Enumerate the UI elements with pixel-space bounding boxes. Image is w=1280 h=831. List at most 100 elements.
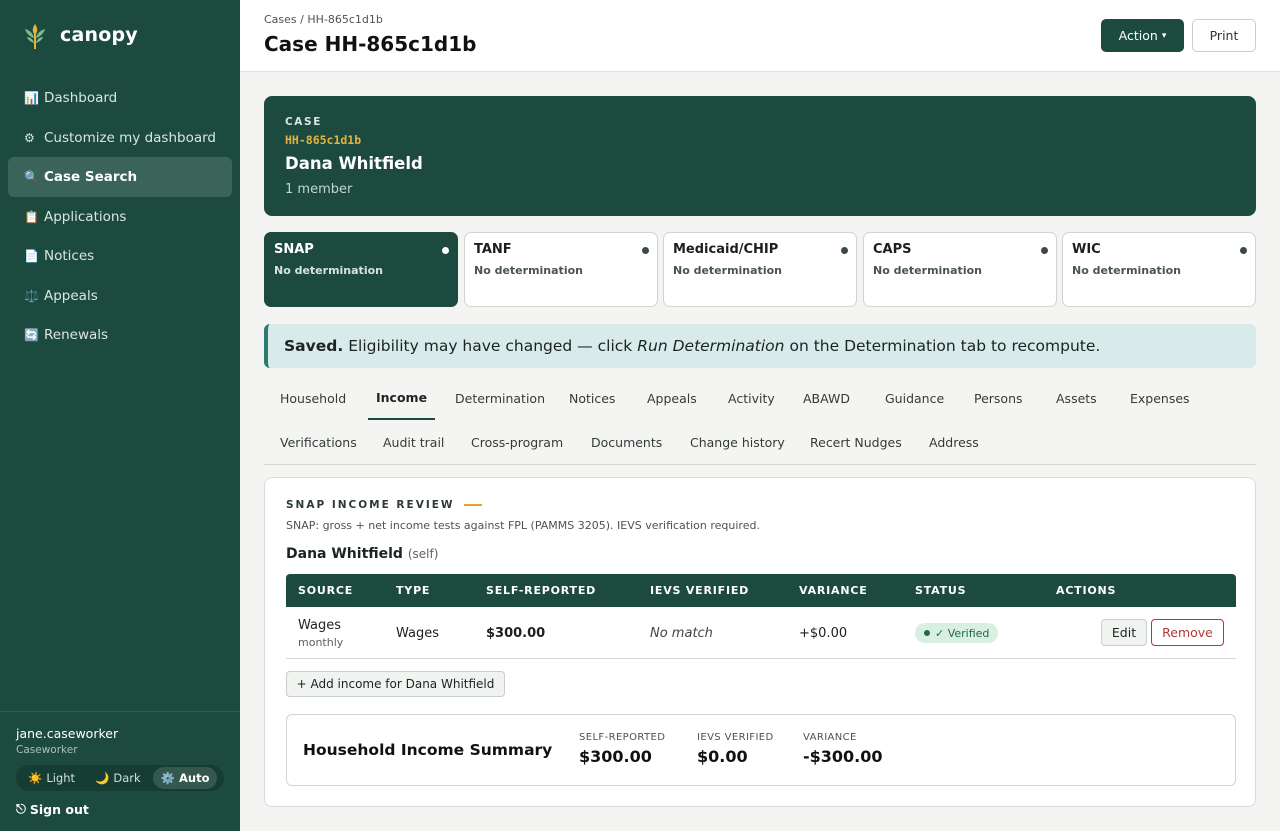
program-card-snap[interactable]: SNAP No determination bbox=[264, 232, 458, 307]
status-dot-icon bbox=[442, 247, 449, 254]
sidebar-item-label: Dashboard bbox=[44, 90, 118, 106]
tab-audit-trail[interactable]: Audit trail bbox=[383, 420, 444, 464]
tab-income[interactable]: Income bbox=[368, 376, 436, 420]
tab-assets[interactable]: Assets bbox=[1056, 376, 1097, 420]
cell-type: Wages bbox=[396, 625, 440, 641]
case-tabs: Household Income Determination Notices A… bbox=[264, 376, 1256, 465]
status-dot-icon bbox=[1041, 247, 1048, 254]
cell-ievs-verified: No match bbox=[650, 625, 713, 641]
sidebar-item-notices[interactable]: 📄 Notices bbox=[8, 236, 232, 276]
sidebar-item-label: Notices bbox=[44, 248, 95, 264]
theme-light-option[interactable]: ☀️ Light bbox=[20, 767, 83, 789]
column-header: SOURCE bbox=[298, 584, 354, 597]
summary-ievs-verified: IEVS VERIFIED $0.00 bbox=[697, 732, 774, 766]
case-summary-card: CASE HH-865c1d1b Dana Whitfield 1 member bbox=[264, 96, 1256, 216]
column-header: TYPE bbox=[396, 584, 431, 597]
tab-guidance[interactable]: Guidance bbox=[885, 376, 944, 420]
cell-variance: +$0.00 bbox=[799, 625, 848, 641]
program-card-caps[interactable]: CAPS No determination bbox=[863, 232, 1057, 307]
sidebar-item-renewals[interactable]: 🔄 Renewals bbox=[8, 315, 232, 355]
tab-abawd[interactable]: ABAWD bbox=[803, 376, 850, 420]
status-dot-icon bbox=[1240, 247, 1247, 254]
sidebar-item-appeals[interactable]: ⚖️ Appeals bbox=[8, 276, 232, 316]
print-button[interactable]: Print bbox=[1192, 19, 1256, 52]
main-content: CASE HH-865c1d1b Dana Whitfield 1 member… bbox=[264, 96, 1256, 807]
column-header: VARIANCE bbox=[799, 584, 868, 597]
sidebar-item-label: Renewals bbox=[44, 327, 109, 343]
tab-appeals[interactable]: Appeals bbox=[647, 376, 697, 420]
saved-alert: Saved. Eligibility may have changed — cl… bbox=[264, 324, 1256, 368]
edit-income-button[interactable]: Edit bbox=[1101, 619, 1147, 646]
tab-address[interactable]: Address bbox=[929, 420, 979, 464]
program-card-medicaid-chip[interactable]: Medicaid/CHIP No determination bbox=[663, 232, 857, 307]
status-dot-icon bbox=[642, 247, 649, 254]
search-icon: 🔍 bbox=[24, 170, 39, 184]
case-id: HH-865c1d1b bbox=[285, 133, 362, 147]
summary-variance: VARIANCE -$300.00 bbox=[803, 732, 883, 766]
chart-icon: 📊 bbox=[24, 91, 39, 105]
summary-title: Household Income Summary bbox=[303, 741, 553, 759]
status-dot-icon bbox=[924, 630, 930, 636]
theme-dark-option[interactable]: 🌙 Dark bbox=[87, 767, 149, 789]
tab-activity[interactable]: Activity bbox=[728, 376, 775, 420]
accent-line bbox=[464, 504, 483, 506]
status-badge: ✓ Verified bbox=[915, 623, 999, 643]
caret-down-icon: ▾ bbox=[1161, 30, 1167, 41]
add-income-button[interactable]: + Add income for Dana Whitfield bbox=[286, 671, 505, 697]
table-row: Wages monthly Wages $300.00 No match +$0… bbox=[286, 607, 1236, 659]
sidebar-nav: 📊 Dashboard ⚙ Customize my dashboard 🔍 C… bbox=[8, 78, 232, 355]
cell-self-reported: $300.00 bbox=[486, 625, 546, 641]
column-header: STATUS bbox=[915, 584, 967, 597]
tab-determination[interactable]: Determination bbox=[455, 376, 545, 420]
tab-cross-program[interactable]: Cross-program bbox=[471, 420, 563, 464]
clipboard-icon: 📋 bbox=[24, 209, 39, 224]
sign-out-icon: ⎋ bbox=[16, 801, 26, 816]
sidebar-item-label: Appeals bbox=[44, 287, 98, 304]
summary-self-reported: SELF-REPORTED $300.00 bbox=[579, 732, 666, 766]
breadcrumb[interactable]: Cases / HH-865c1d1b bbox=[264, 13, 383, 26]
column-header: SELF-REPORTED bbox=[486, 584, 597, 597]
action-menu-button[interactable]: Action ▾ bbox=[1101, 19, 1184, 52]
scales-icon: ⚖️ bbox=[24, 288, 39, 303]
panel-description: SNAP: gross + net income tests against F… bbox=[286, 519, 760, 532]
remove-income-button[interactable]: Remove bbox=[1151, 619, 1224, 646]
tab-change-history[interactable]: Change history bbox=[690, 420, 785, 464]
tab-recert-nudges[interactable]: Recert Nudges bbox=[810, 420, 902, 464]
brand-name: canopy bbox=[60, 24, 138, 46]
theme-auto-option[interactable]: ⚙️ Auto bbox=[152, 767, 218, 789]
sidebar-item-label: Customize my dashboard bbox=[44, 129, 216, 146]
sidebar: canopy 📊 Dashboard ⚙ Customize my dashbo… bbox=[0, 0, 240, 831]
sign-out-link[interactable]: ⎋ Sign out bbox=[16, 801, 224, 817]
gear-icon: ⚙️ bbox=[160, 771, 175, 785]
tab-expenses[interactable]: Expenses bbox=[1130, 376, 1190, 420]
tab-documents[interactable]: Documents bbox=[591, 420, 662, 464]
tab-household[interactable]: Household bbox=[280, 376, 346, 420]
status-dot-icon bbox=[841, 247, 848, 254]
household-income-summary: Household Income Summary SELF-REPORTED $… bbox=[286, 714, 1236, 786]
sidebar-item-label: Case Search bbox=[44, 169, 138, 185]
tab-persons[interactable]: Persons bbox=[974, 376, 1023, 420]
wheat-logo-icon bbox=[25, 24, 45, 49]
sidebar-item-label: Applications bbox=[44, 208, 127, 225]
panel-kicker: SNAP INCOME REVIEW bbox=[286, 499, 483, 511]
sidebar-item-applications[interactable]: 📋 Applications bbox=[8, 197, 232, 237]
tab-notices[interactable]: Notices bbox=[569, 376, 615, 420]
person-heading: Dana Whitfield (self) bbox=[286, 546, 439, 562]
user-name: jane.caseworker bbox=[16, 726, 119, 741]
program-card-tanf[interactable]: TANF No determination bbox=[464, 232, 658, 307]
sidebar-item-dashboard[interactable]: 📊 Dashboard bbox=[8, 78, 232, 118]
program-card-wic[interactable]: WIC No determination bbox=[1062, 232, 1256, 307]
theme-toggle: ☀️ Light 🌙 Dark ⚙️ Auto bbox=[16, 765, 224, 791]
income-table-header: SOURCE TYPE SELF-REPORTED IEVS VERIFIED … bbox=[286, 574, 1236, 607]
cell-source: Wages monthly bbox=[298, 617, 344, 649]
case-member-count: 1 member bbox=[285, 182, 353, 197]
program-cards: SNAP No determination TANF No determinat… bbox=[264, 232, 1256, 307]
sidebar-item-case-search[interactable]: 🔍 Case Search bbox=[8, 157, 232, 197]
document-icon: 📄 bbox=[24, 249, 39, 263]
column-header: ACTIONS bbox=[1056, 584, 1117, 597]
moon-icon: 🌙 bbox=[95, 771, 110, 785]
gear-icon: ⚙ bbox=[24, 130, 35, 145]
brand[interactable]: canopy bbox=[22, 20, 138, 50]
tab-verifications[interactable]: Verifications bbox=[280, 420, 357, 464]
sidebar-item-customize-dashboard[interactable]: ⚙ Customize my dashboard bbox=[8, 118, 232, 158]
